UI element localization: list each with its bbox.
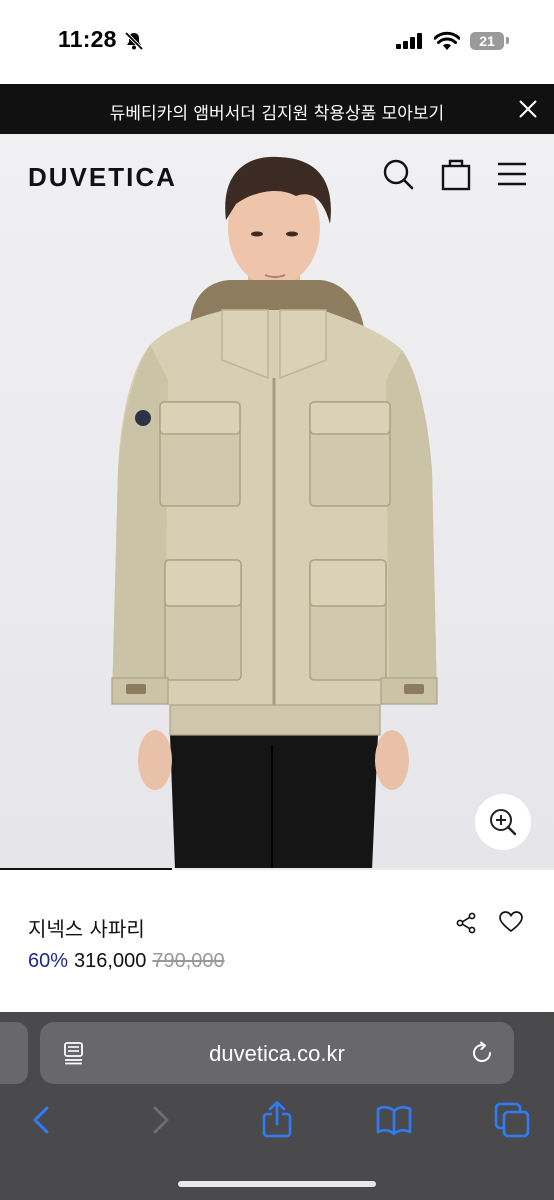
signal-icon [396, 33, 422, 49]
menu-icon[interactable] [496, 157, 528, 191]
promo-banner-text[interactable]: 듀베티카의 앰버서더 김지원 착용상품 모아보기 [0, 99, 554, 124]
share-upload-icon[interactable] [257, 1100, 297, 1140]
product-image[interactable] [0, 134, 554, 870]
close-icon[interactable] [516, 97, 540, 121]
promo-banner[interactable]: 듀베티카의 앰버서더 김지원 착용상품 모아보기 [0, 84, 554, 134]
model-illustration [0, 134, 554, 870]
product-name: 지넥스 사파리 [28, 917, 145, 941]
back-icon[interactable] [22, 1100, 62, 1140]
status-bar: 11:28 21 [0, 0, 554, 84]
price-row: 60% 316,000 790,000 [28, 950, 225, 973]
share-icon[interactable] [455, 912, 477, 934]
forward-icon[interactable] [140, 1100, 180, 1140]
search-icon[interactable] [382, 157, 414, 191]
bookmarks-icon[interactable] [374, 1100, 414, 1140]
sale-price: 316,000 [74, 950, 147, 972]
tabs-icon[interactable] [492, 1100, 532, 1140]
previous-tab-preview[interactable] [0, 1022, 28, 1084]
zoom-in-icon[interactable] [475, 794, 531, 850]
home-indicator [178, 1181, 376, 1187]
address-url[interactable]: duvetica.co.kr [40, 1041, 514, 1067]
original-price: 790,000 [152, 950, 225, 972]
heart-icon[interactable] [499, 911, 523, 933]
brand-logo[interactable]: DUVETICA [28, 162, 177, 193]
battery-indicator: 21 [470, 32, 504, 50]
shopping-bag-icon[interactable] [440, 157, 472, 191]
battery-tip [506, 37, 509, 44]
bell-slash-icon [124, 31, 144, 51]
zoom-button[interactable] [475, 794, 531, 850]
wifi-icon [434, 31, 460, 50]
discount-rate: 60% [28, 950, 69, 972]
status-time: 11:28 [58, 26, 117, 52]
